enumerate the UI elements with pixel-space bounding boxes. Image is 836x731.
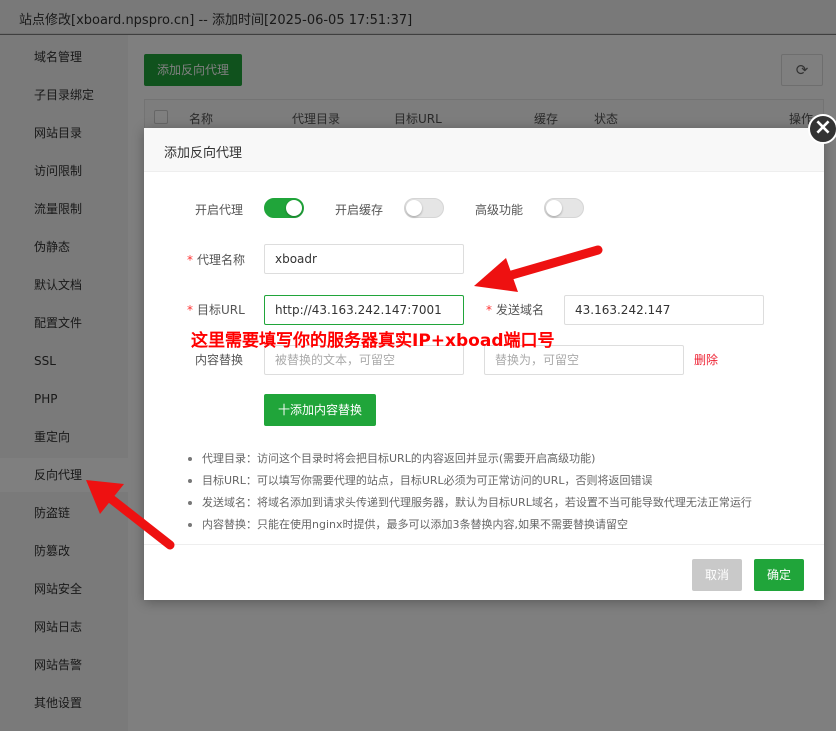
advanced-toggle[interactable]	[544, 198, 584, 218]
advanced-label: 高级功能	[475, 203, 524, 217]
cancel-button[interactable]: 取消	[692, 559, 742, 591]
annotation-text: 这里需要填写你的服务器真实IP+xboad端口号	[191, 331, 555, 351]
dialog-footer: 取消 确定	[144, 544, 824, 600]
tip-item: 内容替换：只能在使用nginx时提供，最多可以添加3条替换内容,如果不需要替换请…	[188, 514, 752, 536]
tip-item: 目标URL：可以填写你需要代理的站点，目标URL必须为可正常访问的URL，否则将…	[188, 470, 752, 492]
enable-cache-label: 开启缓存	[335, 203, 384, 217]
enable-proxy-toggle[interactable]	[264, 198, 304, 218]
add-replace-button[interactable]: 十添加内容替换	[264, 394, 376, 426]
enable-cache-toggle[interactable]	[404, 198, 444, 218]
add-proxy-dialog: 添加反向代理 × 开启代理 开启缓存 高级功能 *代理名称 *目标URL *发送…	[144, 114, 836, 600]
content-replace-label: 内容替换	[195, 353, 244, 367]
delete-replace-link[interactable]: 删除	[694, 351, 718, 368]
enable-proxy-label: 开启代理	[195, 203, 244, 217]
send-domain-label: * 发送域名	[486, 303, 545, 317]
dialog-title: 添加反向代理	[164, 146, 243, 161]
confirm-button[interactable]: 确定	[754, 559, 804, 591]
send-domain-input[interactable]	[564, 295, 764, 325]
close-icon[interactable]: ×	[808, 114, 836, 144]
target-url-input[interactable]	[264, 295, 464, 325]
dialog-header: 添加反向代理	[144, 128, 824, 172]
proxy-name-input[interactable]	[264, 244, 464, 274]
tip-item: 代理目录：访问这个目录时将会把目标URL的内容返回并显示(需要开启高级功能)	[188, 448, 752, 470]
target-url-label: * 目标URL	[187, 303, 245, 317]
proxy-name-label: * 代理名称	[187, 253, 246, 267]
help-tips: 代理目录：访问这个目录时将会把目标URL的内容返回并显示(需要开启高级功能) 目…	[188, 448, 752, 536]
tip-item: 发送域名：将域名添加到请求头传递到代理服务器，默认为目标URL域名，若设置不当可…	[188, 492, 752, 514]
